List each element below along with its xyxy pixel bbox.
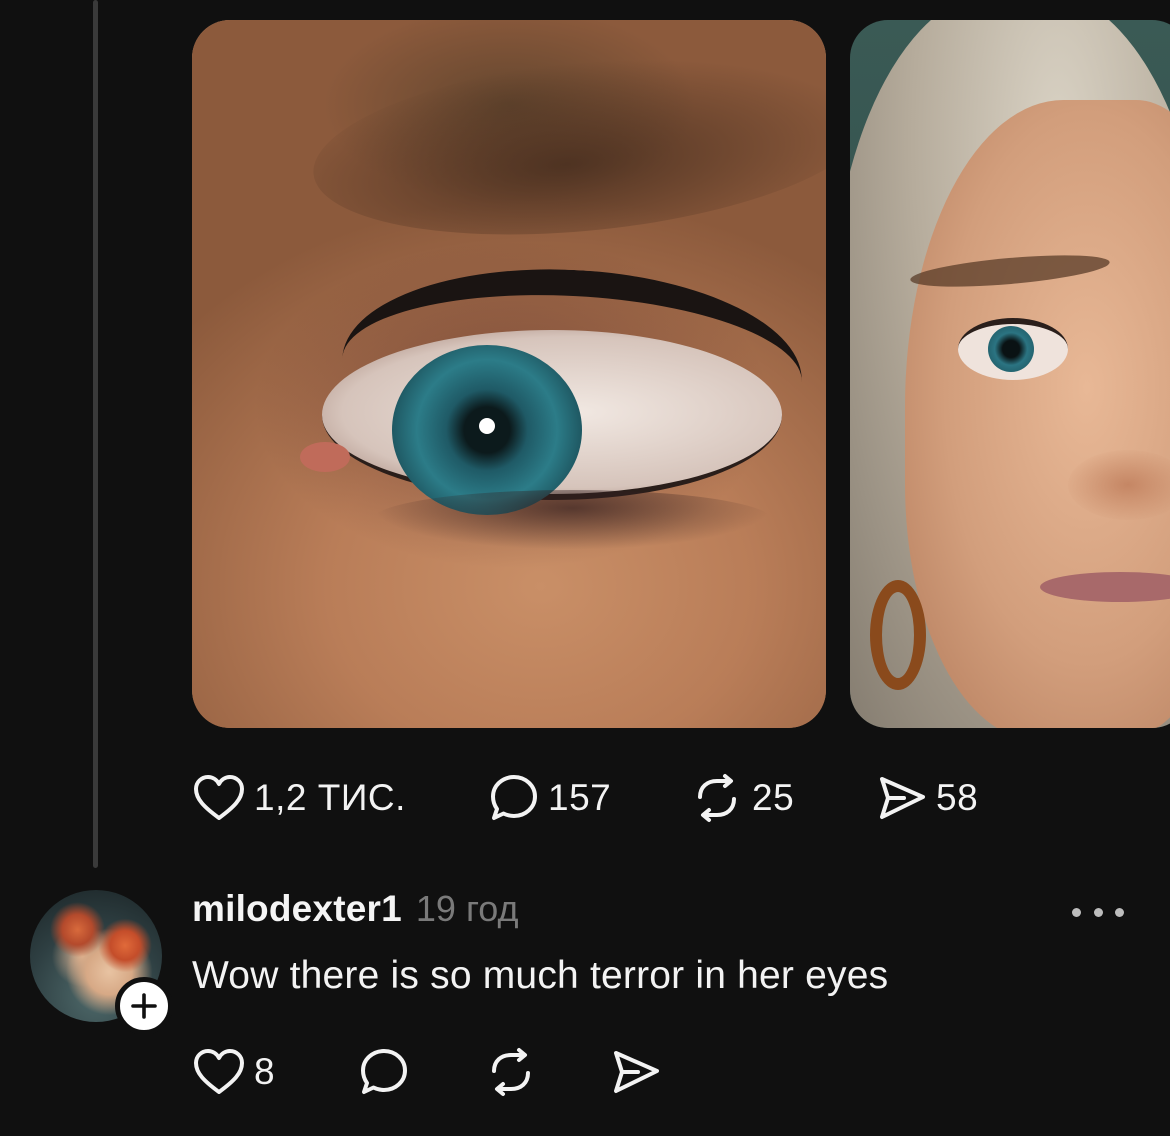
reply-like-count: 8 bbox=[254, 1051, 276, 1092]
post-like-count: 1,2 ТИС. bbox=[254, 777, 406, 818]
post-repost-count: 25 bbox=[752, 777, 795, 818]
reply-share-button[interactable] bbox=[610, 1047, 670, 1097]
post-share-button[interactable]: 58 bbox=[876, 773, 1006, 823]
plus-icon bbox=[131, 993, 157, 1019]
follow-plus-button[interactable] bbox=[115, 977, 173, 1035]
reply-like-button[interactable]: 8 bbox=[192, 1047, 358, 1097]
reply-header: milodexter1 19 год bbox=[192, 888, 519, 930]
reply-text: Wow there is so much terror in her eyes bbox=[192, 954, 889, 997]
post-repost-button[interactable]: 25 bbox=[690, 773, 876, 823]
comment-bubble-icon bbox=[361, 1049, 407, 1094]
thread-connector-line bbox=[93, 0, 98, 868]
reply-username[interactable]: milodexter1 bbox=[192, 888, 402, 930]
send-icon bbox=[614, 1051, 659, 1093]
reply-repost-button[interactable] bbox=[484, 1047, 610, 1097]
comment-bubble-icon bbox=[491, 775, 537, 820]
post-share-count: 58 bbox=[936, 777, 979, 818]
more-dot-icon bbox=[1072, 907, 1081, 917]
more-dot-icon bbox=[1093, 907, 1103, 917]
post-image-woman-portrait[interactable] bbox=[850, 20, 1170, 728]
post-like-button[interactable]: 1,2 ТИС. bbox=[192, 773, 488, 823]
post-comment-count: 157 bbox=[548, 777, 612, 818]
repost-icon bbox=[492, 1048, 530, 1096]
post-action-bar: 1,2 ТИС. 157 25 58 bbox=[192, 770, 1006, 826]
more-options-button[interactable] bbox=[1072, 900, 1124, 924]
post-comment-button[interactable]: 157 bbox=[488, 772, 690, 824]
send-icon bbox=[880, 777, 925, 819]
reply-timestamp: 19 год bbox=[415, 888, 519, 929]
reply-action-bar: 8 bbox=[192, 1044, 670, 1100]
repost-icon bbox=[698, 774, 736, 822]
thread-view: 1,2 ТИС. 157 25 58 milodexter1 19 год Wo… bbox=[0, 0, 1170, 1136]
heart-icon bbox=[194, 1049, 244, 1094]
heart-icon bbox=[194, 775, 244, 820]
post-image-eye-closeup[interactable] bbox=[192, 20, 826, 728]
reply-comment-button[interactable] bbox=[358, 1046, 484, 1098]
more-dot-icon bbox=[1115, 907, 1124, 917]
